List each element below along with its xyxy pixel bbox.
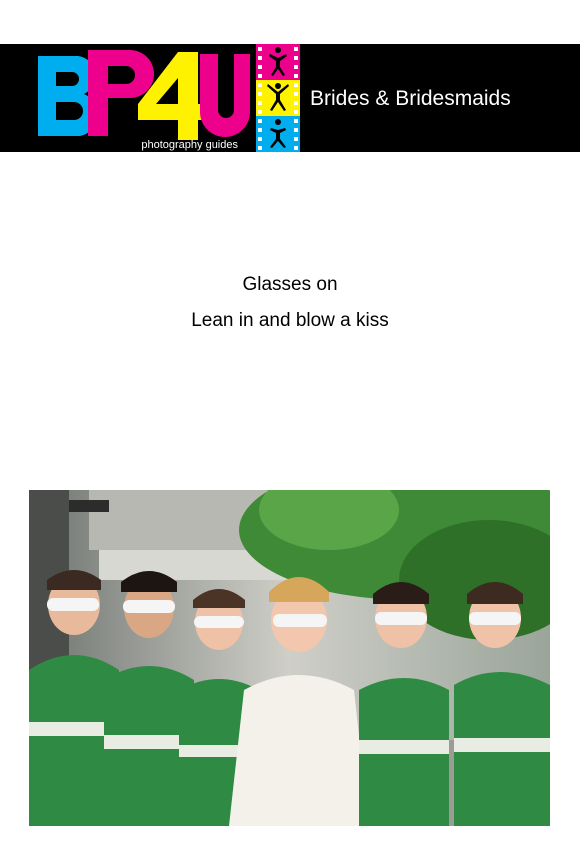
header-title: Brides & Bridesmaids xyxy=(310,87,511,110)
bp4u-logo: photography guides xyxy=(0,44,250,152)
instruction-line-2: Lean in and blow a kiss xyxy=(191,310,389,331)
filmstrip-icon xyxy=(256,44,300,152)
instruction-line-1: Glasses on xyxy=(242,274,338,295)
logo-tagline: photography guides xyxy=(141,139,238,151)
bridal-party-photo xyxy=(29,490,550,826)
